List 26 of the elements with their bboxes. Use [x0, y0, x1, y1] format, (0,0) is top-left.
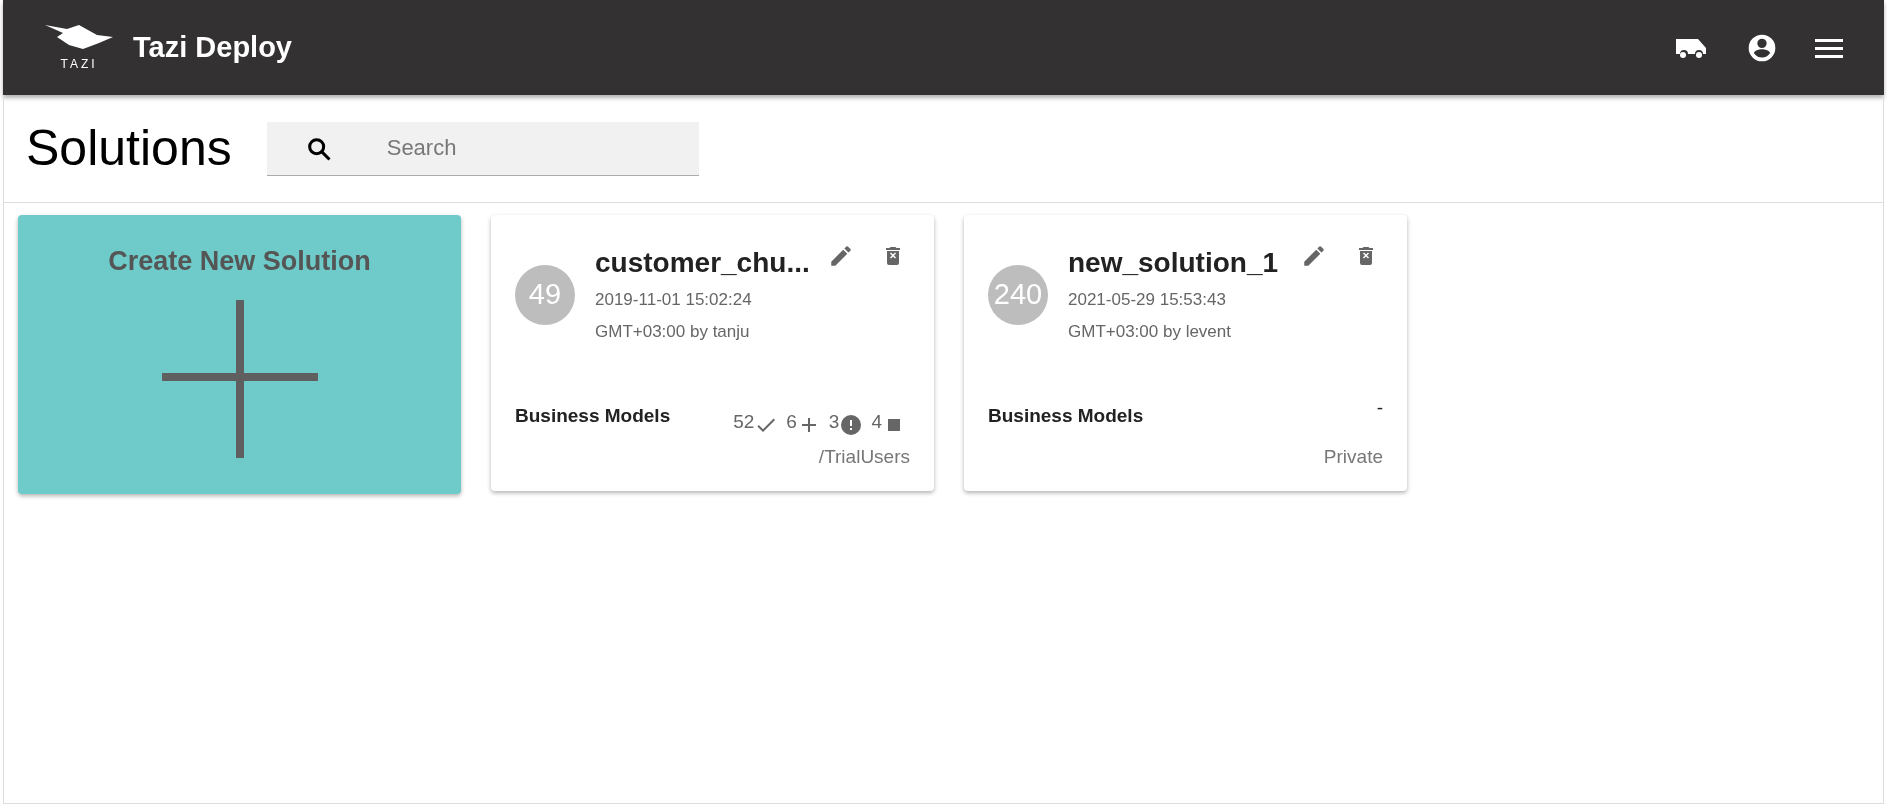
search-field[interactable]: Search	[266, 121, 699, 176]
models-label: Business Models	[515, 404, 671, 428]
models-empty: -	[1376, 396, 1383, 420]
author-line: GMT+03:00 by levent	[1068, 320, 1232, 343]
solution-name: new_solution_1	[1068, 246, 1279, 280]
author-line: GMT+03:00 by tanju	[595, 320, 751, 343]
stat-count: 3	[828, 410, 840, 434]
count-badge: 240	[988, 265, 1048, 325]
solution-card[interactable]: 240 new_solution_1 2021-05-29 15:53:43 GMT+03:00 by levent Business Models - Private	[964, 215, 1407, 491]
create-solution-card[interactable]: Create New Solution	[18, 215, 461, 494]
created-date: 2021-05-29 15:53:43	[1068, 289, 1227, 311]
logo-text: TAZI	[60, 55, 98, 73]
stat-count: 52	[733, 410, 755, 434]
stat-count: 4	[871, 410, 882, 434]
owner-label: Private	[1323, 444, 1383, 469]
alert-icon	[839, 412, 864, 437]
count-badge: 49	[515, 265, 575, 325]
plus-icon	[161, 299, 318, 458]
owner-label: /TrialUsers	[818, 444, 910, 469]
app-title: Tazi Deploy	[133, 29, 292, 65]
solution-name: customer_chu...	[595, 246, 810, 280]
page-title: Solutions	[26, 119, 232, 178]
stat-count: 6	[786, 410, 797, 434]
created-date: 2019-11-01 15:02:24	[595, 289, 753, 311]
models-label: Business Models	[988, 404, 1144, 428]
solution-card[interactable]: 49 customer_chu... 2019-11-01 15:02:24 GMT+03:00 by tanju Business Models 52 6 3 4 /TrialUsers	[491, 215, 934, 491]
